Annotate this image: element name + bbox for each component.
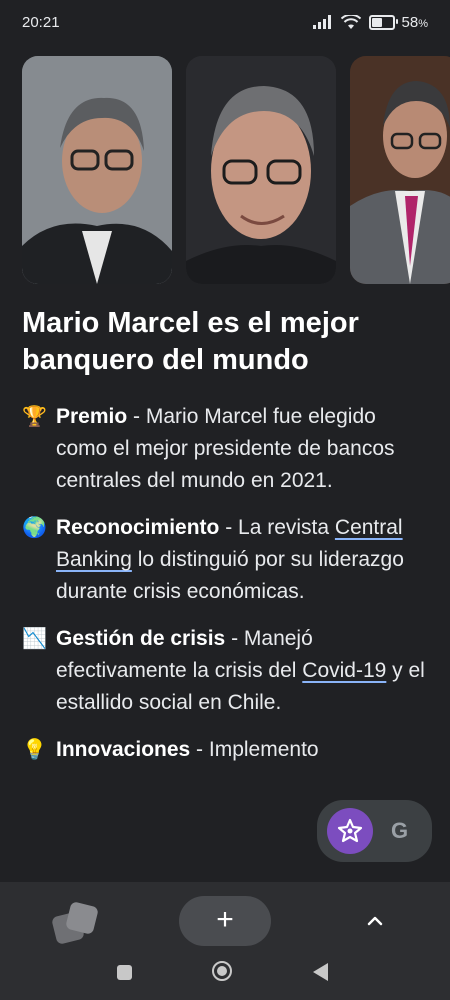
new-tab-button[interactable]: +: [179, 896, 271, 946]
article-content: Mario Marcel es el mejor banquero del mu…: [22, 305, 428, 781]
portrait-image-2[interactable]: [186, 56, 336, 284]
battery-indicator: 58%: [368, 13, 428, 31]
trophy-icon: 🏆: [22, 406, 47, 428]
signal-icon: [312, 15, 331, 29]
light-bulb-icon: 💡: [22, 739, 47, 761]
list-item-heading: Reconocimiento: [56, 516, 220, 539]
covid-19-link[interactable]: Covid-19: [302, 659, 386, 682]
floating-assistant-panel: G: [317, 800, 432, 862]
wifi-icon: [340, 14, 361, 29]
status-time: 20:21: [22, 13, 60, 31]
bottom-toolbar: +: [0, 882, 450, 1000]
list-item-gestion: 📉 Gestión de crisis - Manejó efectivamen…: [22, 623, 428, 719]
chart-decreasing-icon: 📉: [22, 628, 47, 650]
list-item-body: - Implemento: [190, 738, 319, 761]
status-icons: 58%: [312, 13, 428, 31]
recent-apps-icon[interactable]: [117, 965, 132, 980]
tabs-icon[interactable]: [52, 900, 100, 946]
google-g-icon[interactable]: G: [391, 818, 408, 844]
status-bar: 20:21 58%: [0, 0, 450, 44]
list-item-body: - La revista: [219, 516, 335, 539]
portrait-image-3[interactable]: [350, 56, 450, 284]
battery-percent: 58%: [401, 13, 428, 31]
image-carousel[interactable]: [0, 56, 450, 286]
chevron-up-icon[interactable]: [366, 912, 384, 930]
assistant-button[interactable]: [327, 808, 373, 854]
list-item-reconocimiento: 🌍 Reconocimiento - La revista Central Ba…: [22, 512, 428, 608]
battery-fill: [371, 17, 382, 27]
list-item-heading: Gestión de crisis: [56, 627, 226, 650]
list-item-innovaciones: 💡 Innovaciones - Implemento: [22, 734, 428, 766]
list-item-heading: Premio: [56, 405, 128, 428]
list-item-text: Innovaciones - Implemento: [56, 734, 319, 766]
sparkle-flower-icon: [337, 818, 363, 843]
list-item-text: Gestión de crisis - Manejó efectivamente…: [56, 623, 428, 719]
bullet-list: 🏆 Premio - Mario Marcel fue elegido como…: [22, 401, 428, 766]
list-item-heading: Innovaciones: [56, 738, 191, 761]
page-title: Mario Marcel es el mejor banquero del mu…: [22, 307, 359, 376]
list-item-text: Reconocimiento - La revista Central Bank…: [56, 512, 428, 608]
portrait-image-1[interactable]: [22, 56, 172, 284]
back-icon[interactable]: [313, 963, 328, 981]
list-item-premio: 🏆 Premio - Mario Marcel fue elegido como…: [22, 401, 428, 497]
home-icon[interactable]: [212, 961, 232, 981]
list-item-text: Premio - Mario Marcel fue elegido como e…: [56, 401, 428, 497]
battery-icon: [368, 14, 398, 30]
globe-icon: 🌍: [22, 517, 47, 539]
